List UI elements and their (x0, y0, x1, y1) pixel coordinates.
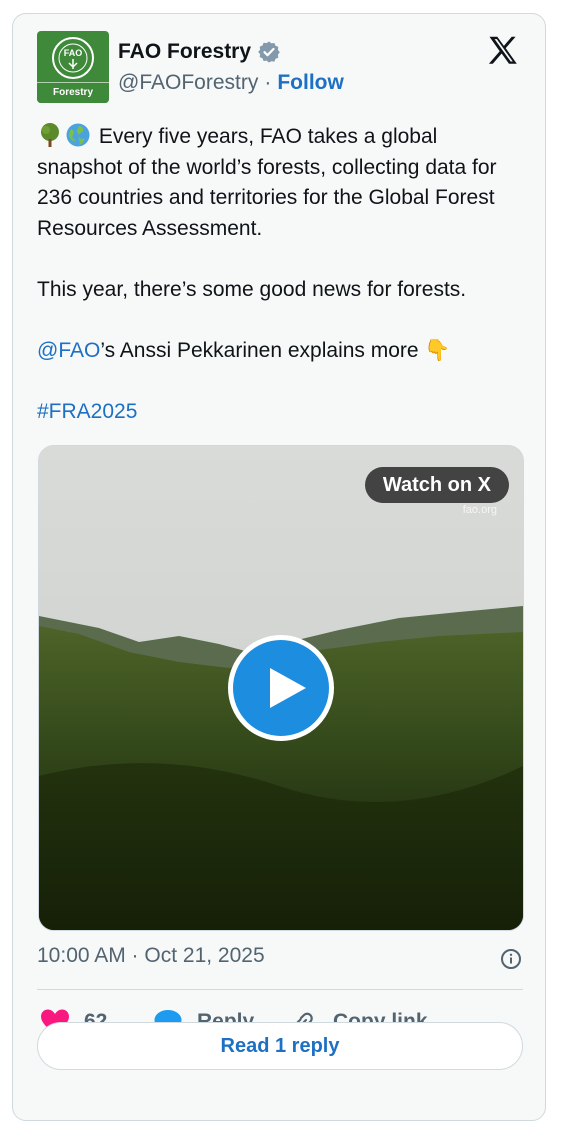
tweet-paragraph-4: #FRA2025 (37, 397, 527, 428)
separator: · (264, 71, 272, 94)
verified-badge-icon (258, 41, 280, 63)
timestamp-row: 10:00 AM · Oct 21, 2025 (37, 944, 527, 974)
tweet-paragraph-3: @FAO’s Anssi Pekkarinen explains more 👇 (37, 336, 527, 367)
video-player[interactable]: Watch on X fao.org (38, 445, 524, 931)
author-handle-row: @FAOForestry · Follow (118, 71, 344, 95)
tweet-text: Every five years, FAO takes a global sna… (37, 122, 527, 427)
play-button[interactable] (228, 635, 334, 741)
video-watermark: fao.org (462, 504, 497, 516)
author-name-row: FAO Forestry (118, 37, 281, 67)
tweet-card: FAO Forestry FAO Forestry @FAOForestry ·… (12, 13, 546, 1121)
hashtag-link[interactable]: #FRA2025 (37, 400, 137, 423)
author-name[interactable]: FAO Forestry (118, 40, 251, 64)
tweet-timestamp[interactable]: 10:00 AM · Oct 21, 2025 (37, 944, 265, 968)
tweet-header: FAO Forestry FAO Forestry @FAOForestry ·… (37, 31, 521, 107)
tweet-paragraph-2: This year, there’s some good news for fo… (37, 277, 467, 301)
avatar-label: Forestry (37, 82, 109, 103)
avatar[interactable]: FAO Forestry (37, 31, 109, 103)
divider (37, 989, 523, 990)
play-icon (270, 668, 306, 708)
watch-on-x-button[interactable]: Watch on X (364, 467, 509, 503)
read-replies-button[interactable]: Read 1 reply (37, 1022, 523, 1070)
fao-logo-icon: FAO (52, 37, 94, 79)
author-handle[interactable]: @FAOForestry (118, 71, 258, 95)
tree-emoji-icon (41, 123, 59, 147)
x-logo-icon[interactable] (485, 33, 521, 69)
mention-link[interactable]: @FAO (37, 339, 100, 362)
tweet-paragraph-1: Every five years, FAO takes a global sna… (37, 122, 527, 244)
svg-text:FAO: FAO (64, 48, 83, 58)
info-icon[interactable] (499, 947, 523, 971)
globe-emoji-icon (66, 123, 90, 147)
tweet-line-1: Every five years, FAO takes a global sna… (37, 125, 497, 240)
follow-button[interactable]: Follow (277, 71, 344, 95)
tweet-line-3: ’s Anssi Pekkarinen explains more 👇 (100, 338, 451, 362)
